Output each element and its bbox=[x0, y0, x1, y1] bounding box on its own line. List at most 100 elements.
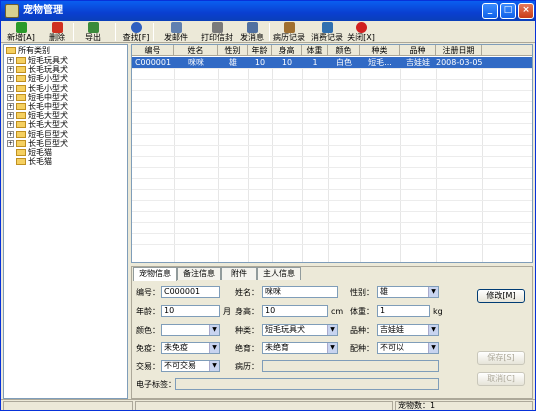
expand-icon[interactable]: + bbox=[7, 112, 14, 120]
expand-icon[interactable]: + bbox=[7, 66, 14, 74]
chevron-down-icon[interactable]: ▼ bbox=[209, 343, 219, 353]
tree-item-label: 长毛大型犬 bbox=[28, 120, 68, 130]
trade-select[interactable]: 不可交易 ▼ bbox=[161, 360, 220, 372]
chevron-down-icon[interactable]: ▼ bbox=[428, 325, 438, 335]
sex-select[interactable]: 雄 ▼ bbox=[377, 286, 439, 298]
folder-icon bbox=[16, 130, 26, 138]
chevron-down-icon[interactable]: ▼ bbox=[428, 343, 438, 353]
tree-item[interactable]: + 短毛巨型犬 bbox=[7, 130, 68, 139]
tree-item[interactable]: + 长毛玩具犬 bbox=[7, 65, 68, 74]
tree-item[interactable]: 短毛猫 bbox=[16, 148, 52, 157]
tab-notes[interactable]: 备注信息 bbox=[177, 267, 221, 280]
history-field[interactable] bbox=[262, 360, 439, 372]
folder-icon bbox=[16, 57, 26, 64]
tree-item-label: 长毛猫 bbox=[28, 157, 52, 167]
age-field[interactable]: 10 bbox=[161, 305, 220, 317]
id-field[interactable]: C000001 bbox=[161, 286, 220, 298]
column-header[interactable]: 年龄 bbox=[248, 45, 272, 56]
maximize-button[interactable]: □ bbox=[500, 3, 516, 19]
toolbar-button[interactable]: 关闭[X] bbox=[343, 21, 379, 43]
title-bar[interactable]: 宠物管理 _ □ × bbox=[1, 1, 535, 21]
toolbar-button[interactable]: 病历记录 bbox=[271, 21, 307, 43]
toolbar-button-label: 关闭[X] bbox=[347, 33, 375, 42]
detail-panel: 宠物信息 备注信息 附件 主人信息 编号： C000001 姓名： 咪咪 性别：雄 ▼ 年龄： 10… bbox=[131, 266, 533, 399]
column-header[interactable]: 身高 bbox=[272, 45, 302, 56]
toolbar-button[interactable]: 删除 bbox=[41, 21, 73, 43]
grid-row-line bbox=[132, 134, 532, 135]
column-header[interactable]: 种类 bbox=[360, 45, 400, 56]
column-header[interactable]: 品种 bbox=[400, 45, 436, 56]
tree-item[interactable]: + 短毛中型犬 bbox=[7, 93, 68, 102]
status-cell-1 bbox=[3, 401, 133, 410]
chevron-down-icon[interactable]: ▼ bbox=[209, 325, 219, 335]
tree-item[interactable]: + 长毛中型犬 bbox=[7, 102, 68, 111]
chevron-down-icon[interactable]: ▼ bbox=[327, 343, 337, 353]
minimize-button[interactable]: _ bbox=[482, 3, 498, 19]
name-field[interactable]: 咪咪 bbox=[262, 286, 338, 298]
tree-root[interactable]: 所有类别 bbox=[6, 46, 50, 55]
tab-attachments[interactable]: 附件 bbox=[221, 267, 257, 280]
tree-item[interactable]: + 短毛玩具犬 bbox=[7, 56, 68, 65]
record-icon bbox=[283, 22, 295, 33]
table-row[interactable]: C000001 咪咪 雄 10 10 1 白色 短毛... 吉娃娃 2008-03-05 bbox=[132, 57, 532, 68]
tree-item[interactable]: + 长毛巨型犬 bbox=[7, 139, 68, 148]
tree-item[interactable]: + 长毛大型犬 bbox=[7, 120, 68, 129]
tab-owner[interactable]: 主人信息 bbox=[257, 267, 301, 280]
grid-row-line bbox=[132, 222, 532, 223]
weight-field[interactable]: 1 bbox=[377, 305, 430, 317]
tree-item[interactable]: + 长毛小型犬 bbox=[7, 84, 68, 93]
save-button[interactable]: 保存[S] bbox=[477, 351, 525, 365]
expand-icon[interactable]: + bbox=[7, 57, 14, 64]
print-icon bbox=[211, 22, 223, 33]
chevron-down-icon[interactable]: ▼ bbox=[209, 361, 219, 371]
column-header[interactable]: 体重 bbox=[302, 45, 328, 56]
expand-icon[interactable]: + bbox=[7, 121, 14, 129]
toolbar-button-label: 发邮件 bbox=[164, 33, 188, 42]
grid-row-line bbox=[132, 112, 532, 113]
toolbar-button[interactable]: 导出 bbox=[77, 21, 109, 43]
mate-value: 不可以 bbox=[380, 343, 404, 352]
height-field[interactable]: 10 bbox=[262, 305, 328, 317]
window-title: 宠物管理 bbox=[23, 5, 63, 16]
column-header[interactable]: 编号 bbox=[132, 45, 174, 56]
tree-root-label: 所有类别 bbox=[18, 46, 50, 55]
label-sex: 性别： bbox=[350, 288, 374, 297]
kind-select[interactable]: 短毛玩具犬 ▼ bbox=[262, 324, 338, 336]
tree-item[interactable]: 长毛猫 bbox=[16, 157, 52, 166]
folder-icon bbox=[16, 121, 26, 129]
column-header[interactable]: 性别 bbox=[218, 45, 248, 56]
chevron-down-icon[interactable]: ▼ bbox=[428, 287, 438, 297]
breed-select[interactable]: 吉娃娃 ▼ bbox=[377, 324, 439, 336]
pet-grid[interactable]: 编号 姓名 性别 年龄 身高 体重 颜色 种类 品种 注册日期 C000001 咪咪 雄 10 10 1 白色… bbox=[131, 44, 533, 263]
color-select[interactable]: ▼ bbox=[161, 324, 220, 336]
expand-icon[interactable]: + bbox=[7, 84, 14, 92]
neuter-value: 未绝育 bbox=[265, 343, 289, 352]
window-close-button[interactable]: × bbox=[518, 3, 534, 19]
column-header[interactable]: 注册日期 bbox=[436, 45, 482, 56]
category-tree[interactable]: 所有类别 + 短毛玩具犬 + 长毛玩具犬 + 短毛小型犬 + 长毛小型犬 + 短毛中型犬 + 长毛中型犬… bbox=[3, 44, 128, 399]
expand-icon[interactable]: + bbox=[7, 103, 14, 110]
tree-item[interactable]: + 短毛大型犬 bbox=[7, 111, 68, 120]
tree-item[interactable]: + 短毛小型犬 bbox=[7, 74, 68, 83]
expand-icon[interactable]: + bbox=[7, 139, 14, 147]
expand-icon[interactable]: + bbox=[7, 93, 14, 101]
label-height: 身高： bbox=[235, 307, 259, 316]
tab-pet-info[interactable]: 宠物信息 bbox=[133, 267, 177, 281]
toolbar-button[interactable]: 新增[A] bbox=[5, 21, 37, 43]
immune-select[interactable]: 未免疫 ▼ bbox=[161, 342, 220, 354]
cancel-button[interactable]: 取消[C] bbox=[477, 372, 525, 386]
column-header[interactable]: 姓名 bbox=[174, 45, 218, 56]
mate-select[interactable]: 不可以 ▼ bbox=[377, 342, 439, 354]
edit-button[interactable]: 修改[M] bbox=[477, 289, 525, 303]
toolbar-button[interactable]: 打印信封 bbox=[197, 21, 237, 43]
tag-field[interactable] bbox=[175, 378, 439, 390]
expand-icon[interactable]: + bbox=[7, 130, 14, 138]
expand-icon[interactable]: + bbox=[7, 75, 14, 83]
chevron-down-icon[interactable]: ▼ bbox=[327, 325, 337, 335]
column-header[interactable]: 颜色 bbox=[328, 45, 360, 56]
toolbar-button[interactable]: 消费记录 bbox=[309, 21, 345, 43]
toolbar-button[interactable]: 发邮件 bbox=[159, 21, 193, 43]
toolbar-button[interactable]: 查找[F] bbox=[119, 21, 153, 43]
toolbar-button[interactable]: 发消息 bbox=[237, 21, 267, 43]
neuter-select[interactable]: 未绝育 ▼ bbox=[262, 342, 338, 354]
